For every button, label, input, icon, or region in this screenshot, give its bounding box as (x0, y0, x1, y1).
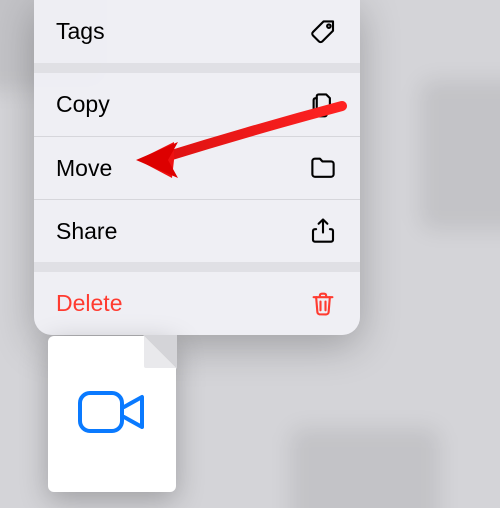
copy-icon (308, 90, 338, 120)
background-blur (420, 80, 500, 230)
trash-icon (308, 289, 338, 319)
menu-item-share[interactable]: Share (34, 199, 360, 262)
menu-item-label: Tags (56, 18, 105, 45)
menu-item-delete[interactable]: Delete (34, 272, 360, 335)
video-icon (76, 387, 148, 442)
folder-icon (308, 153, 338, 183)
tag-icon (308, 17, 338, 47)
menu-item-tags[interactable]: Tags (34, 0, 360, 63)
menu-item-label: Copy (56, 91, 110, 118)
menu-item-copy[interactable]: Copy (34, 73, 360, 136)
share-icon (308, 216, 338, 246)
menu-item-label: Delete (56, 290, 122, 317)
menu-separator (34, 63, 360, 73)
menu-item-label: Move (56, 155, 112, 182)
context-menu: Tags Copy Move Share (34, 0, 360, 335)
file-thumbnail[interactable] (48, 336, 176, 492)
background-blur (290, 428, 440, 508)
menu-item-move[interactable]: Move (34, 136, 360, 199)
menu-item-label: Share (56, 218, 117, 245)
menu-separator (34, 262, 360, 272)
